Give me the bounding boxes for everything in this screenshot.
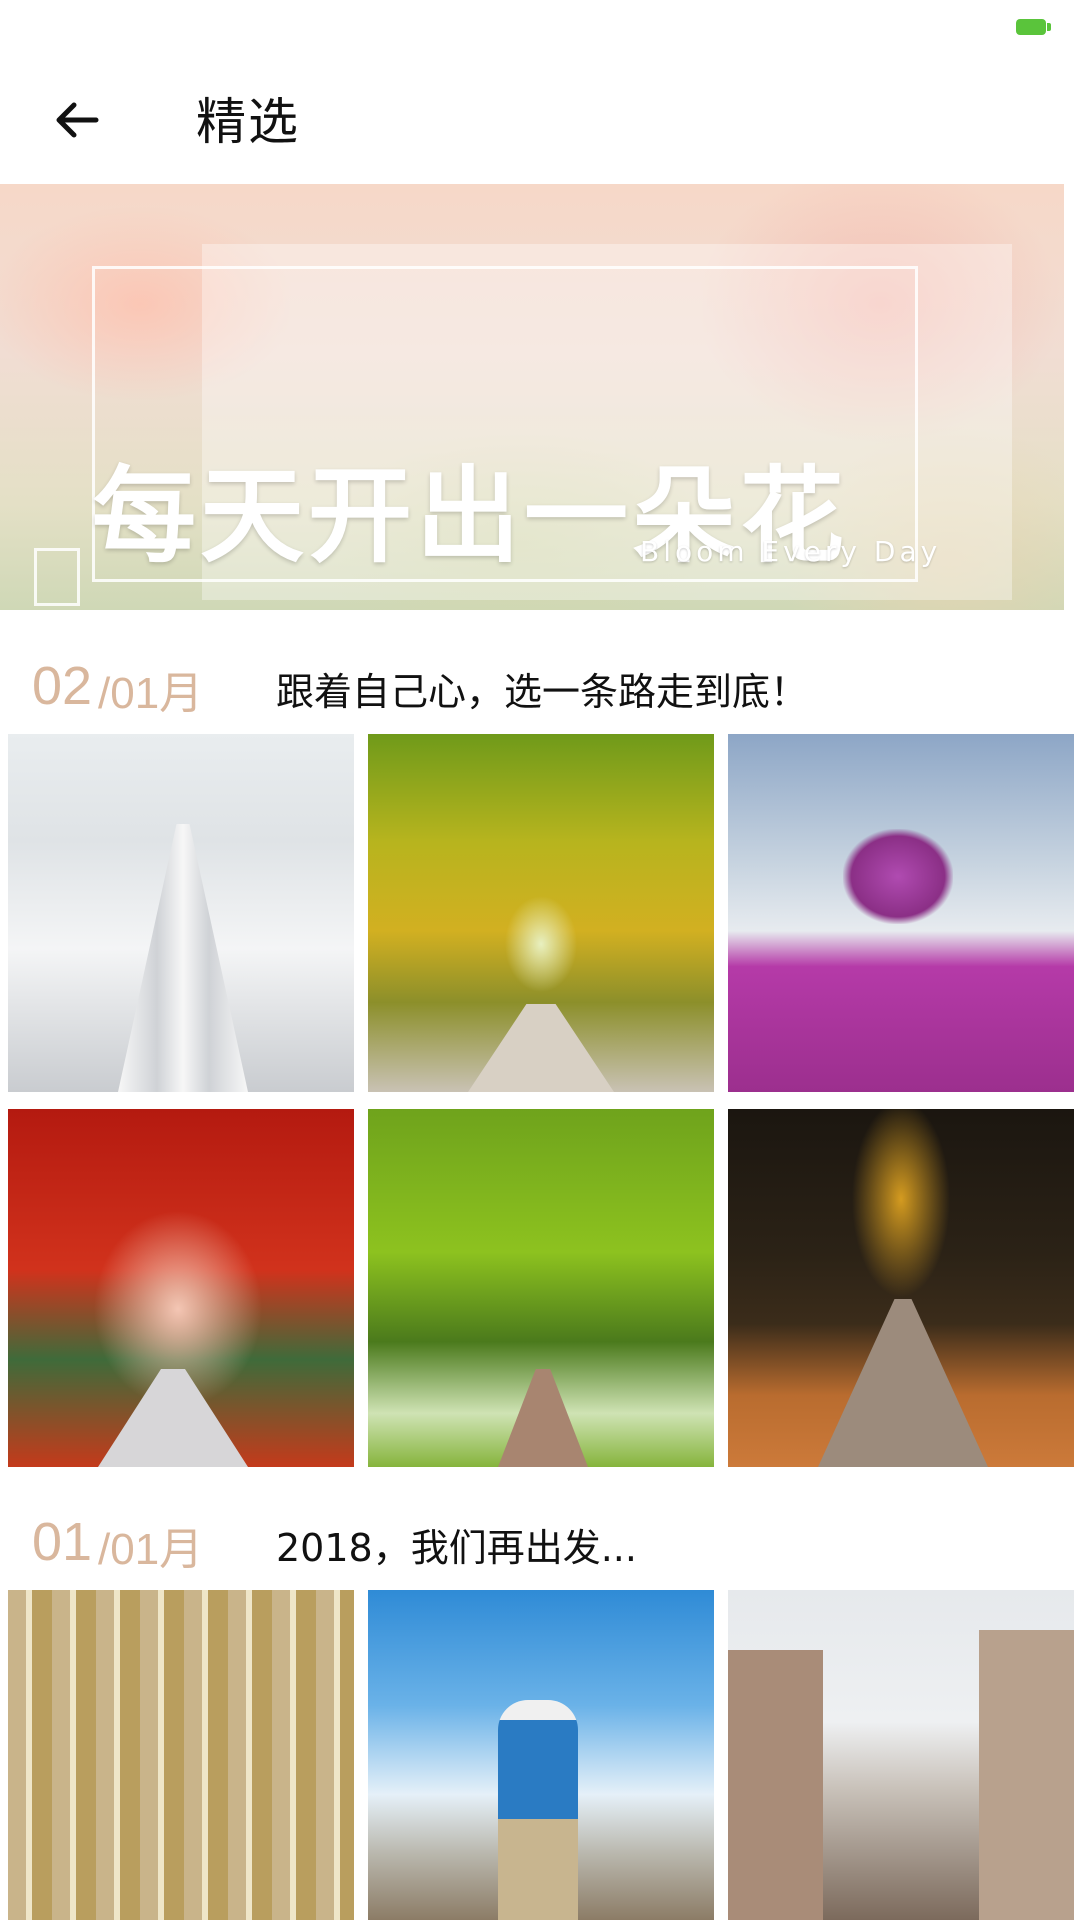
featured-banner[interactable]: 每天开出一朵花 Bloom Every Day [0,184,1064,610]
city-street-jumper-photo[interactable] [728,1590,1074,1920]
birch-forest-jumper-photo[interactable] [8,1590,354,1920]
battery-icon [1016,19,1051,35]
red-autumn-road-photo[interactable] [8,1109,354,1467]
section-header: 02 /01月 跟着自己心，选一条路走到底！ [0,650,1080,730]
app-bar: 精选 [0,60,1080,184]
back-button[interactable] [40,88,112,152]
green-forest-path-photo[interactable] [368,1109,714,1467]
banner-corner-square [34,548,80,606]
section-header: 01 /01月 2018，我们再出发... [0,1506,1080,1586]
section-caption: 2018，我们再出发... [276,1526,637,1570]
purple-field-tree-photo[interactable] [728,734,1074,1092]
page-title: 精选 [196,93,300,151]
banner-subtitle: Bloom Every Day [640,535,942,568]
date-month: /01月 [98,669,204,718]
section-caption: 跟着自己心，选一条路走到底！ [276,670,809,714]
arrow-left-icon [56,102,99,138]
date-month: /01月 [98,1525,204,1574]
status-bar [0,0,1080,60]
dark-autumn-forest-road-photo[interactable] [728,1109,1074,1467]
mountain-hiker-photo[interactable] [368,1590,714,1920]
golden-tree-tunnel-photo[interactable] [368,734,714,1092]
snowy-road-photo[interactable] [8,734,354,1092]
date-day: 01 [32,1512,93,1572]
date-day: 02 [32,656,93,716]
